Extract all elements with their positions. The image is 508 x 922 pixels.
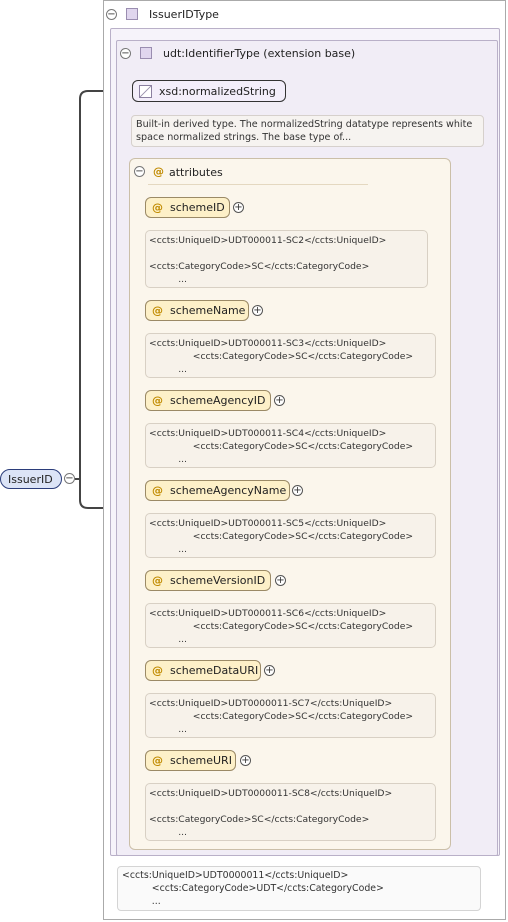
divider: [148, 184, 368, 185]
attribute-node-schemeagencyid[interactable]: @ schemeAgencyID: [145, 390, 271, 411]
expand-schemename-button[interactable]: +: [252, 305, 263, 316]
expand-schemeuri-button[interactable]: +: [240, 755, 251, 766]
attribute-name: schemeID: [170, 201, 225, 214]
attribute-documentation: <ccts:UniqueID>UDT000011-SC2</ccts:Uniqu…: [145, 230, 428, 288]
attribute-icon: @: [152, 394, 163, 407]
collapse-extension-button[interactable]: −: [120, 48, 131, 59]
type-title: IssuerIDType: [149, 8, 219, 21]
attribute-documentation: <ccts:UniqueID>UDT0000011-SC8</ccts:Uniq…: [145, 783, 436, 841]
collapse-element-button[interactable]: −: [64, 473, 75, 484]
complex-type-icon: [126, 8, 138, 20]
attribute-icon: @: [152, 484, 163, 497]
attribute-icon: @: [152, 664, 163, 677]
attribute-name: schemeDataURI: [170, 664, 259, 677]
attribute-node-schemeid[interactable]: @ schemeID: [145, 197, 230, 218]
attribute-name: schemeAgencyID: [170, 394, 266, 407]
expand-schemeagencyname-button[interactable]: +: [292, 485, 303, 496]
element-name: IssuerID: [8, 473, 53, 486]
base-type-label: xsd:normalizedString: [159, 85, 276, 98]
extension-title: udt:IdentifierType (extension base): [163, 47, 356, 60]
attribute-documentation: <ccts:UniqueID>UDT000011-SC3</ccts:Uniqu…: [145, 333, 436, 378]
simple-type-icon: [139, 85, 152, 98]
attributes-title: attributes: [169, 166, 223, 179]
attribute-node-schemename[interactable]: @ schemeName: [145, 300, 249, 321]
expand-schemeid-button[interactable]: +: [233, 202, 244, 213]
attribute-documentation: <ccts:UniqueID>UDT0000011-SC7</ccts:Uniq…: [145, 693, 436, 738]
attribute-node-schemeuri[interactable]: @ schemeURI: [145, 750, 236, 771]
attribute-node-schemeagencyname[interactable]: @ schemeAgencyName: [145, 480, 290, 501]
extension-type-icon: [140, 47, 152, 59]
attribute-name: schemeURI: [170, 754, 232, 767]
attribute-icon: @: [152, 574, 163, 587]
element-node-issuerid[interactable]: IssuerID: [0, 469, 62, 489]
attribute-name: schemeAgencyName: [170, 484, 287, 497]
attribute-documentation: <ccts:UniqueID>UDT000011-SC4</ccts:Uniqu…: [145, 423, 436, 468]
expand-schemedatauri-button[interactable]: +: [264, 665, 275, 676]
collapse-attributes-button[interactable]: −: [134, 166, 145, 177]
attribute-name: schemeVersionID: [170, 574, 266, 587]
attribute-node-schemedatauri[interactable]: @ schemeDataURI: [145, 660, 261, 681]
attribute-icon: @: [152, 304, 163, 317]
attribute-icon: @: [152, 201, 163, 214]
attribute-documentation: <ccts:UniqueID>UDT000011-SC5</ccts:Uniqu…: [145, 513, 436, 558]
attribute-node-schemeversionid[interactable]: @ schemeVersionID: [145, 570, 271, 591]
base-type-documentation: Built-in derived type. The normalizedStr…: [131, 115, 484, 147]
attribute-documentation: <ccts:UniqueID>UDT000011-SC6</ccts:Uniqu…: [145, 603, 436, 648]
attribute-icon: @: [153, 165, 164, 178]
element-documentation: <ccts:UniqueID>UDT0000011</ccts:UniqueID…: [117, 866, 481, 911]
base-type-node[interactable]: xsd:normalizedString: [132, 80, 286, 102]
attribute-icon: @: [152, 754, 163, 767]
expand-schemeversionid-button[interactable]: +: [275, 575, 286, 586]
expand-schemeagencyid-button[interactable]: +: [274, 395, 285, 406]
attribute-name: schemeName: [170, 304, 246, 317]
collapse-type-button[interactable]: −: [106, 9, 117, 20]
